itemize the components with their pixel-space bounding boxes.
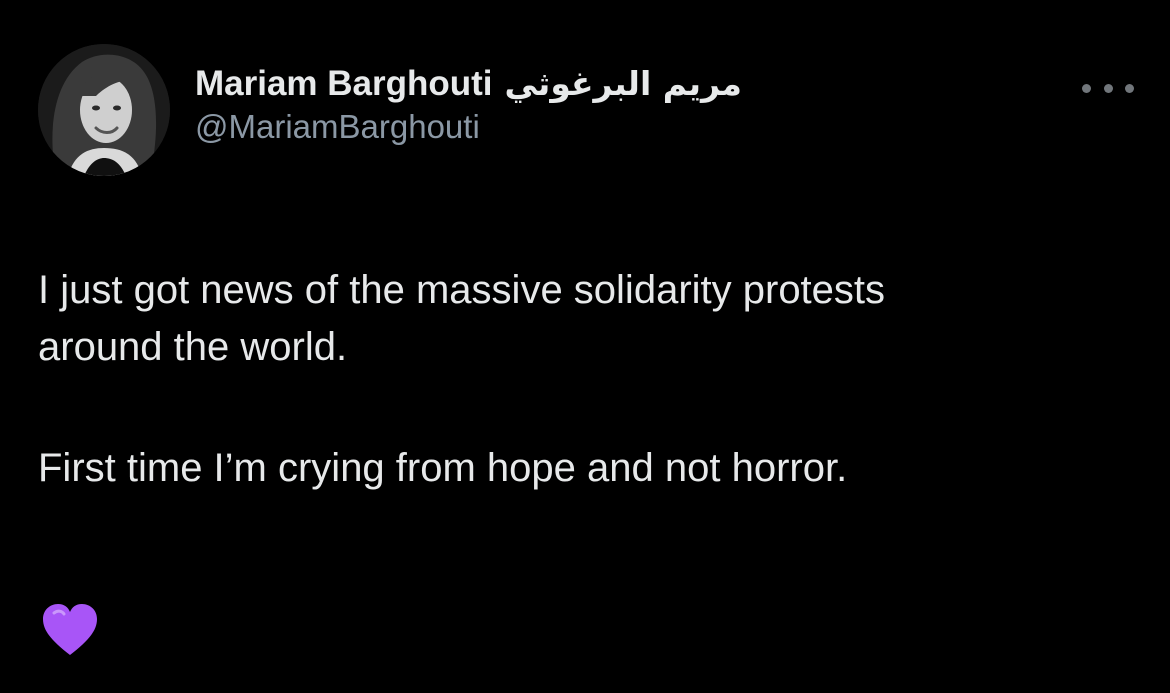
tweet-text-line: around the world. [38,325,348,369]
more-dot [1103,83,1113,93]
author-name-row: Mariam Barghouti مريم البرغوثي [195,64,742,104]
author-display-name-arabic[interactable]: مريم البرغوثي [505,65,742,103]
more-dot [1125,83,1134,93]
tweet-text-line: First time I’m crying from hope and not … [38,446,848,490]
purple-heart-icon [40,601,100,661]
more-options-icon[interactable] [1082,76,1134,100]
avatar-photo [38,44,170,176]
tweet-card: Mariam Barghouti مريم البرغوثي @MariamBa… [0,0,1170,693]
tweet-text-line: I just got news of the massive solidarit… [38,268,886,312]
purple-heart-glyph [43,604,97,655]
author-handle[interactable]: @MariamBarghouti [195,108,742,146]
author-info: Mariam Barghouti مريم البرغوثي @MariamBa… [195,64,742,146]
more-dot [1082,83,1091,93]
author-display-name[interactable]: Mariam Barghouti [195,64,493,104]
tweet-text: I just got news of the massive solidarit… [38,262,1158,497]
author-avatar[interactable] [38,44,170,176]
